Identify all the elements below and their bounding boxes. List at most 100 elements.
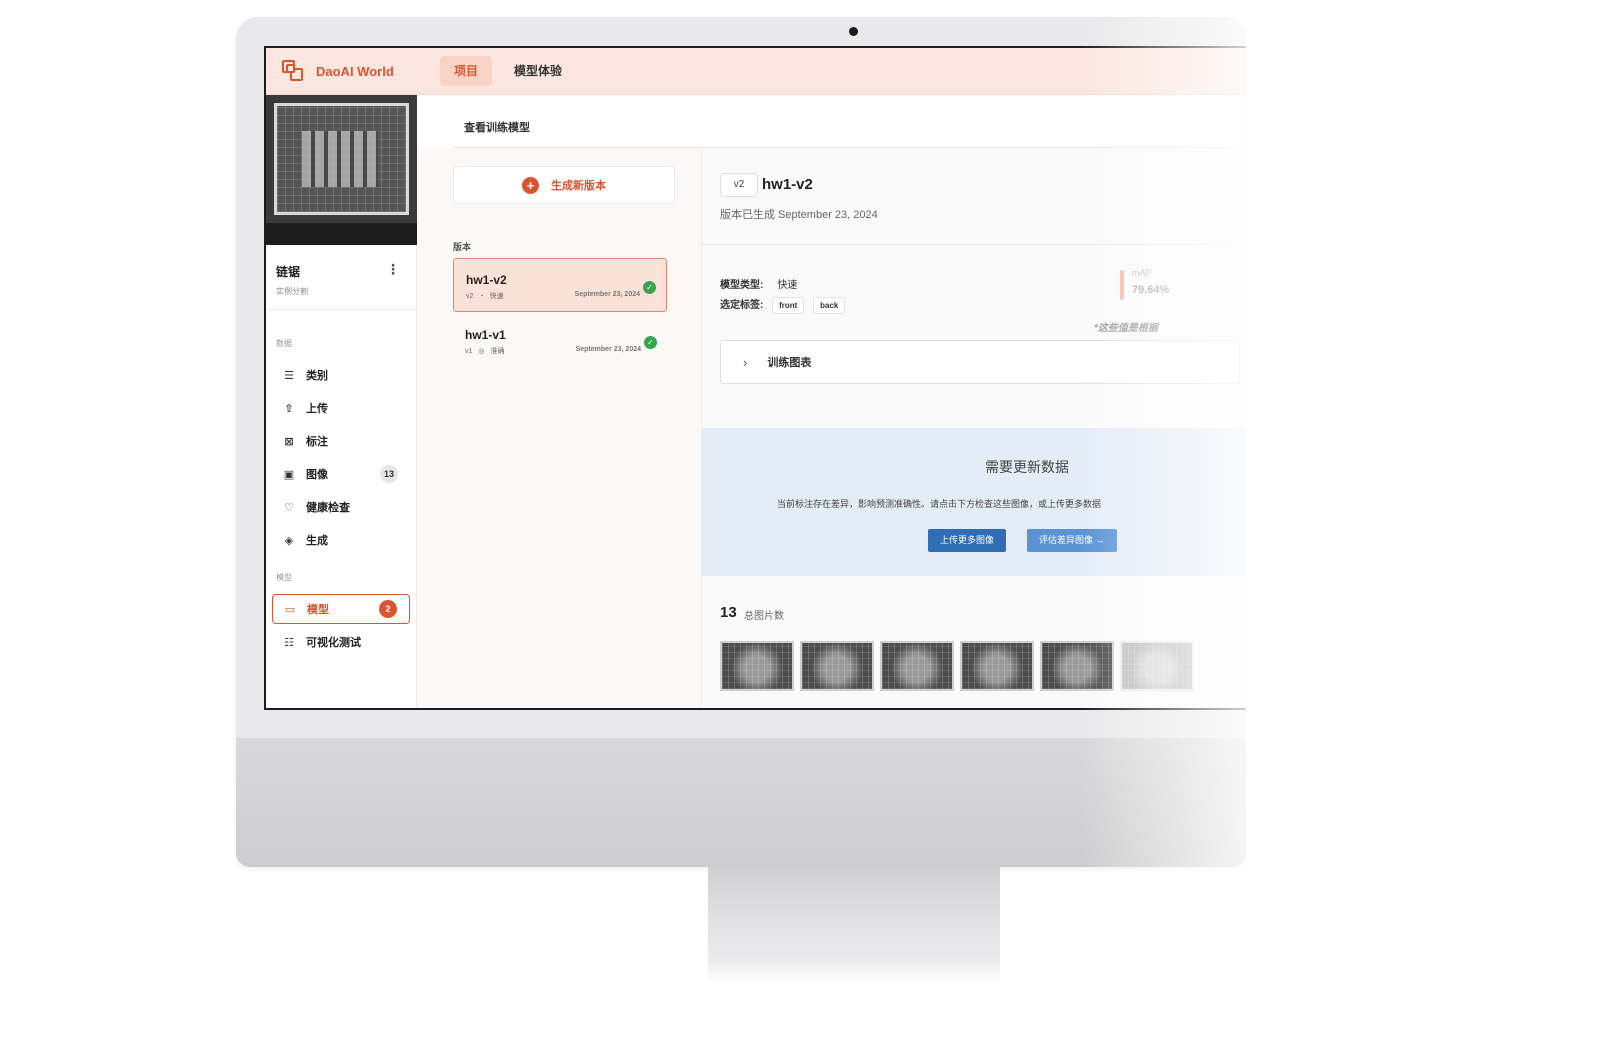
more-options-icon[interactable]: ⋮	[386, 261, 400, 278]
brand[interactable]: DaoAI World	[282, 60, 432, 82]
map-label: mAP	[1132, 268, 1152, 278]
monitor-chin	[236, 738, 1246, 867]
layers-icon: ◈	[284, 534, 294, 547]
version-meta: v2 ◔ 快速	[466, 291, 504, 301]
monitor-stand	[708, 867, 1000, 983]
upload-more-images-button[interactable]: 上传更多图像	[928, 529, 1007, 552]
versions-label: 版本	[453, 242, 472, 252]
version-card-hw1-v2[interactable]: hw1-v2 v2 ◔ 快速 September 23, 2024 ✓	[453, 258, 667, 312]
image-thumbnail[interactable]	[720, 641, 794, 691]
image-thumbnail[interactable]	[1120, 641, 1194, 691]
nav-tab-projects[interactable]: 项目	[440, 56, 493, 86]
brand-name: DaoAI World	[316, 63, 394, 79]
sidebar-item-classes[interactable]: ☰ 类别	[272, 360, 410, 390]
top-nav: DaoAI World 项目 模型体验	[266, 48, 1246, 95]
metric-note: *这些值是根据	[1094, 323, 1158, 334]
sidebar-item-label: 类别	[306, 370, 328, 382]
section-label-data: 数据	[276, 339, 292, 348]
sidebar-item-models[interactable]: ▭ 模型 2	[272, 594, 410, 624]
model-type-value: 快速	[777, 280, 798, 291]
image-count: 13	[720, 604, 737, 621]
project-type: 实例分割	[276, 287, 308, 296]
version-date: September 23, 2024	[574, 291, 640, 298]
sidebar: 链锯 实例分割 ⋮ 数据 ☰ 类别 ⇧ 上传 ⊠ 标注 ▣ 图像 13 ♡ 健康…	[266, 95, 417, 708]
generate-version-label: 生成新版本	[551, 180, 606, 192]
images-count-badge: 13	[380, 465, 398, 483]
versions-panel: + 生成新版本 版本 hw1-v2 v2 ◔ 快速 September 23, …	[417, 148, 702, 708]
data-update-alert: 需要更新数据 当前标注存在差异，影响预测准确性。请点击下方检查这些图像，或上传更…	[702, 428, 1246, 576]
version-name: hw1-v2	[466, 273, 507, 287]
heart-icon: ♡	[284, 501, 294, 514]
version-mode: 准确	[490, 348, 505, 355]
sidebar-item-visual-test[interactable]: ☷ 可视化测试	[272, 627, 410, 657]
version-tag: v1	[465, 347, 473, 355]
divider	[702, 244, 1246, 245]
evaluate-discrepancy-button[interactable]: 评估差异图像 →	[1027, 529, 1117, 552]
project-thumbnail	[266, 95, 417, 245]
sidebar-item-label: 健康检查	[306, 502, 350, 514]
version-card-hw1-v1[interactable]: hw1-v1 v1 ◎ 准确 September 23, 2024 ✓	[453, 314, 667, 368]
section-label-model: 模型	[276, 573, 292, 582]
map-metric: mAP 79.64%	[1120, 268, 1170, 300]
version-badge: v2	[720, 173, 758, 197]
version-title: hw1-v2	[762, 176, 813, 193]
selected-tags-row: 选定标签: front back	[720, 296, 846, 314]
target-icon: ◎	[478, 348, 485, 355]
tag-back: back	[813, 297, 846, 314]
nav-tab-model-experience[interactable]: 模型体验	[500, 56, 576, 86]
image-thumbnails	[720, 641, 1194, 691]
sidebar-item-images[interactable]: ▣ 图像 13	[272, 459, 410, 489]
model-type-row: 模型类型: 快速	[720, 276, 797, 291]
document-icon: ☷	[284, 636, 294, 649]
sidebar-item-generate[interactable]: ◈ 生成	[272, 525, 410, 555]
image-thumbnail[interactable]	[960, 641, 1034, 691]
models-count-badge: 2	[379, 600, 397, 618]
sidebar-item-annotate[interactable]: ⊠ 标注	[272, 426, 410, 456]
version-tag: v2	[466, 292, 474, 300]
image-thumbnail[interactable]	[880, 641, 954, 691]
chevron-right-icon: ›	[743, 354, 748, 370]
content-header: 查看训练模型	[452, 95, 1246, 148]
version-date: September 23, 2024	[575, 346, 641, 353]
alert-title: 需要更新数据	[985, 459, 1069, 475]
upload-icon: ⇧	[284, 402, 294, 415]
model-type-label: 模型类型:	[720, 280, 764, 291]
check-icon: ✓	[644, 336, 657, 349]
generate-version-button[interactable]: + 生成新版本	[453, 166, 675, 204]
sidebar-item-label: 上传	[306, 403, 328, 415]
sidebar-item-label: 图像	[306, 469, 328, 481]
list-icon: ☰	[284, 369, 294, 382]
folder-icon: ▭	[284, 603, 296, 616]
sidebar-item-health-check[interactable]: ♡ 健康检查	[272, 492, 410, 522]
page-title: 查看训练模型	[464, 122, 530, 134]
image-icon: ▣	[283, 468, 295, 481]
version-generated-date: 版本已生成 September 23, 2024	[720, 209, 878, 221]
tag-front: front	[772, 297, 805, 314]
check-icon: ✓	[643, 281, 656, 294]
sidebar-item-label: 生成	[306, 535, 328, 547]
training-chart-label: 训练图表	[767, 357, 812, 369]
sidebar-item-upload[interactable]: ⇧ 上传	[272, 393, 410, 423]
plus-icon: +	[522, 176, 539, 194]
screen: DaoAI World 项目 模型体验 链锯 实例分割 ⋮ 数据 ☰ 类别 ⇧ …	[264, 46, 1246, 710]
map-value: 79.64%	[1132, 284, 1170, 296]
version-detail-panel: v2 hw1-v2 版本已生成 September 23, 2024 模型类型:…	[702, 148, 1246, 708]
alert-message: 当前标注存在差异，影响预测准确性。请点击下方检查这些图像，或上传更多数据	[777, 499, 1102, 509]
image-thumbnail[interactable]	[1040, 641, 1114, 691]
sidebar-item-label: 模型	[307, 604, 329, 616]
speed-icon: ◔	[479, 292, 484, 300]
version-meta: v1 ◎ 准确	[465, 346, 505, 356]
project-info: 链锯 实例分割 ⋮	[266, 245, 416, 310]
version-name: hw1-v1	[465, 328, 506, 342]
map-bar	[1120, 270, 1124, 300]
version-mode: 快速	[489, 293, 504, 300]
webcam	[849, 27, 858, 36]
sidebar-item-label: 可视化测试	[306, 637, 361, 649]
annotate-icon: ⊠	[284, 435, 294, 448]
training-chart-accordion[interactable]: › 训练图表	[720, 340, 1240, 384]
image-count-label: 总图片数	[744, 611, 784, 622]
selected-tags-label: 选定标签:	[720, 300, 764, 311]
image-thumbnail[interactable]	[800, 641, 874, 691]
sidebar-item-label: 标注	[306, 436, 328, 448]
daoai-logo-icon	[282, 60, 304, 82]
